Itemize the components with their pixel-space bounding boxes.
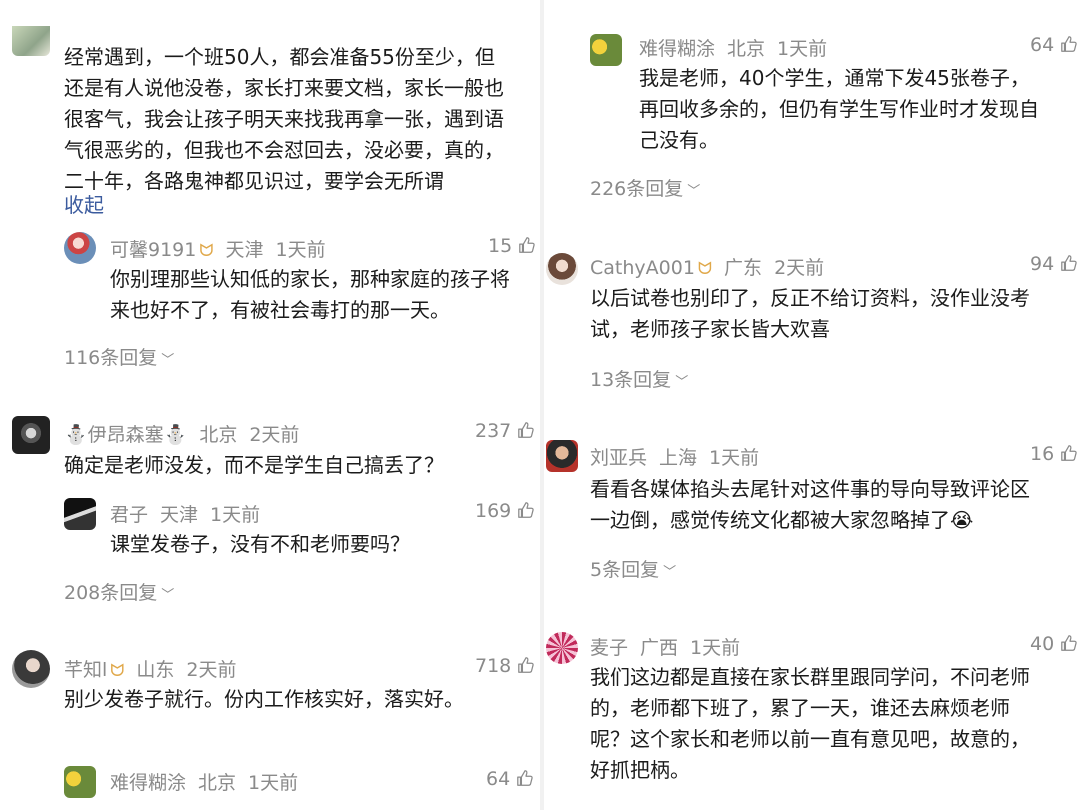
like-button[interactable]: 15 [488,235,536,257]
avatar[interactable] [64,498,96,530]
like-button[interactable]: 40 [1030,633,1078,655]
like-count: 64 [1030,34,1055,56]
comment-text: 确定是老师没发，而不是学生自己搞丢了？ [64,453,444,477]
collapse-link[interactable]: 收起 [64,189,104,218]
timestamp: 1天前 [777,38,828,60]
view-replies-link[interactable]: 208条回复 ﹀ [64,578,174,605]
thumbs-up-icon [1060,254,1078,272]
location: 山东 [136,659,175,681]
thumbs-up-icon [517,421,535,439]
comment-meta: 难得糊涂 北京 1天前 [110,768,298,795]
view-replies-link[interactable]: 13条回复 ﹀ [590,365,688,392]
username[interactable]: 芊知l [64,659,107,681]
chevron-down-icon: ﹀ [161,588,175,603]
chevron-down-icon: ﹀ [161,353,175,368]
avatar[interactable] [590,34,622,66]
vip-badge-icon: ᗢ [199,241,214,261]
timestamp: 1天前 [275,239,326,261]
username[interactable]: 刘亚兵 [590,447,647,469]
like-count: 40 [1030,633,1055,655]
view-replies-link[interactable]: 5条回复 ﹀ [590,555,676,582]
location: 北京 [198,772,237,794]
thumbs-up-icon [1060,35,1078,53]
like-button[interactable]: 94 [1030,253,1078,275]
comment-text: 你别理那些认知低的家长，那种家庭的孩子将 来也好不了，有被社会毒打的那一天。 [110,267,510,322]
like-count: 16 [1030,443,1055,465]
location: 广西 [640,637,679,659]
location: 广东 [724,257,763,279]
avatar[interactable] [12,416,50,454]
right-comment-panel: 难得糊涂 北京 1天前 64 我是老师，40个学生，通常下发45张卷子， 再回收多余… [544,0,1080,810]
comment-meta: 可馨9191 ᗢ 天津 1天前 [110,235,326,262]
chevron-down-icon: ﹀ [687,184,701,199]
location: 天津 [225,239,264,261]
view-replies-link[interactable]: 226条回复 ﹀ [590,174,700,201]
comment-meta: ⛄伊昂森塞⛄ 北京 2天前 [64,420,299,447]
like-count: 15 [488,235,513,257]
like-count: 64 [486,768,511,790]
like-count: 718 [475,655,512,677]
comment-text: 我是老师，40个学生，通常下发45张卷子， 再回收多余的，但仍有学生写作业时才发… [639,66,1039,152]
comment-text: 别少发卷子就行。份内工作核实好，落实好。 [64,687,464,711]
comment-text: 看看各媒体掐头去尾针对这件事的导向导致评论区 一边倒，感觉传统文化都被大家忽略掉… [590,477,1030,532]
location: 北京 [199,424,238,446]
comment-meta: 难得糊涂 北京 1天前 [639,34,827,61]
avatar[interactable] [546,632,578,664]
location: 天津 [160,504,199,526]
like-button[interactable]: 237 [475,420,535,442]
thumbs-up-icon [1060,634,1078,652]
like-count: 94 [1030,253,1055,275]
like-count: 169 [475,500,512,522]
comment-text: 经常遇到，一个班50人，都会准备55份至少，但 还是有人说他没卷，家长打来要文档… [64,45,504,193]
avatar[interactable] [12,26,50,56]
like-button[interactable]: 169 [475,500,535,522]
chevron-down-icon: ﹀ [663,565,677,580]
timestamp: 2天前 [186,659,237,681]
thumbs-up-icon [1060,444,1078,462]
avatar[interactable] [12,650,50,688]
comment-text: 课堂发卷子，没有不和老师要吗？ [110,532,410,556]
username[interactable]: ⛄伊昂森塞⛄ [64,424,187,446]
comment-meta: CathyA001 ᗢ 广东 2天前 [590,253,824,280]
username[interactable]: 可馨9191 [110,239,196,261]
left-comment-panel: 经常遇到，一个班50人，都会准备55份至少，但 还是有人说他没卷，家长打来要文档… [0,0,540,810]
view-replies-link[interactable]: 116条回复 ﹀ [64,343,174,370]
chevron-down-icon: ﹀ [675,375,689,390]
thumbs-up-icon [517,656,535,674]
username[interactable]: CathyA001 [590,257,695,279]
comment-meta: 芊知l ᗢ 山东 2天前 [64,655,237,682]
timestamp: 1天前 [690,637,741,659]
avatar[interactable] [546,440,578,472]
thumbs-up-icon [518,236,536,254]
comment-text: 以后试卷也别印了，反正不给订资料，没作业没考 试，老师孩子家长皆大欢喜 [590,286,1030,341]
avatar[interactable] [546,253,578,285]
thumbs-up-icon [517,501,535,519]
thumbs-up-icon [516,769,534,787]
comment-meta: 麦子 广西 1天前 [590,633,740,660]
username[interactable]: 麦子 [590,637,628,659]
timestamp: 2天前 [249,424,300,446]
timestamp: 1天前 [709,447,760,469]
location: 上海 [659,447,698,469]
comment-meta: 刘亚兵 上海 1天前 [590,443,759,470]
comment-text: 我们这边都是直接在家长群里跟同学问，不问老师 的，老师都下班了，累了一天，谁还去… [590,665,1030,782]
vip-badge-icon: ᗢ [697,259,713,279]
username[interactable]: 难得糊涂 [639,38,715,60]
username[interactable]: 难得糊涂 [110,772,186,794]
location: 北京 [727,38,766,60]
vip-badge-icon: ᗢ [110,661,125,681]
timestamp: 1天前 [210,504,261,526]
like-button[interactable]: 16 [1030,443,1078,465]
like-button[interactable]: 64 [1030,34,1078,56]
avatar[interactable] [64,766,96,798]
like-count: 237 [475,420,512,442]
like-button[interactable]: 718 [475,655,535,677]
avatar[interactable] [64,232,96,264]
timestamp: 1天前 [248,772,299,794]
username[interactable]: 君子 [110,504,148,526]
comment-meta: 君子 天津 1天前 [110,500,260,527]
like-button[interactable]: 64 [486,768,534,790]
timestamp: 2天前 [774,257,825,279]
